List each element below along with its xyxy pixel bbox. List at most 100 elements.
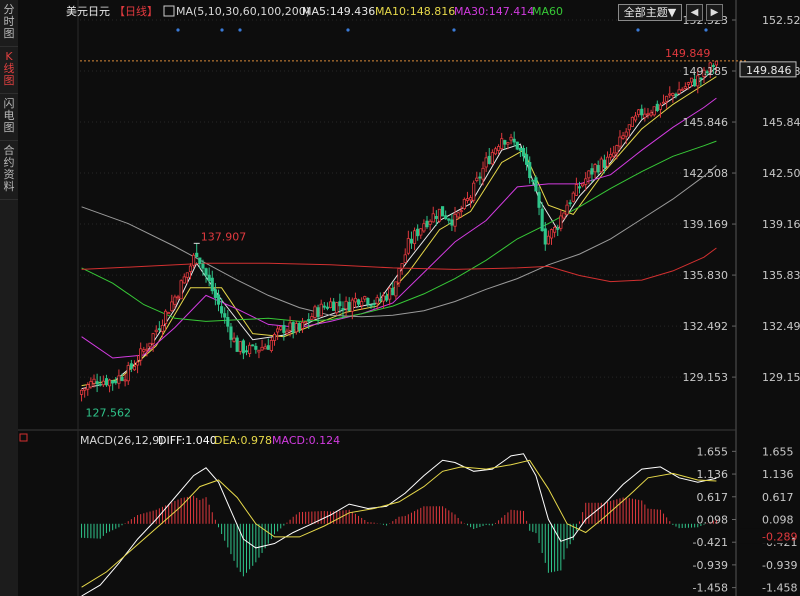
candle-body: [276, 329, 278, 332]
price-tick-label: 129.153: [683, 371, 729, 384]
ma60-value: MA60: [532, 5, 563, 18]
candle-body: [588, 171, 590, 178]
candle-body: [196, 253, 198, 257]
ma5-value: MA5:149.436: [302, 5, 375, 18]
ma30-value: MA30:147.414: [454, 5, 534, 18]
candle-body: [479, 177, 481, 178]
candle-body: [183, 277, 185, 283]
candle-body: [594, 165, 596, 172]
candle-body: [544, 229, 546, 244]
sidebar-tab-0[interactable]: 分时图: [0, 0, 18, 47]
candle-body: [516, 142, 518, 149]
candle-body: [164, 311, 166, 323]
candle-body: [211, 278, 213, 291]
next-button[interactable]: ▶: [706, 4, 723, 21]
macd-tick-label: 0.098: [697, 513, 729, 526]
candle-body: [463, 199, 465, 208]
candle-body: [535, 178, 537, 191]
candle-body: [501, 139, 503, 149]
candle-body: [289, 323, 291, 331]
candle-body: [332, 302, 334, 311]
candle-body: [140, 349, 142, 360]
candle-body: [168, 312, 170, 313]
sidebar-tab-3[interactable]: 合约资料: [0, 141, 18, 200]
candle-body: [174, 297, 176, 304]
chart-area[interactable]: 152.523149.185145.846142.508139.169135.8…: [18, 0, 800, 596]
candle-body: [504, 140, 506, 144]
candle-body: [96, 382, 98, 384]
candle-body: [541, 209, 543, 231]
price-tick-label-right: 142.508: [762, 167, 800, 180]
candle-body: [641, 109, 643, 115]
candle-body: [258, 350, 260, 352]
candle-body: [404, 255, 406, 263]
candle-body: [445, 216, 447, 219]
candle-body: [600, 159, 602, 172]
candle-body: [357, 300, 359, 305]
candle-body: [550, 230, 552, 238]
candle-body: [245, 351, 247, 352]
candle-body: [286, 331, 288, 333]
candle-body: [292, 322, 294, 332]
candle-body: [650, 113, 652, 115]
macd-tick-label-right: 0.617: [762, 491, 794, 504]
candle-body: [217, 295, 219, 304]
candle-body: [360, 301, 362, 305]
candle-body: [304, 322, 306, 323]
candle-body: [690, 78, 692, 82]
candle-body: [566, 205, 568, 214]
candle-body: [482, 168, 484, 179]
candle-body: [121, 377, 123, 380]
candle-body: [563, 213, 565, 218]
candle-body: [669, 94, 671, 95]
candle-body: [438, 209, 440, 221]
candle-body: [519, 148, 521, 150]
sidebar: 分时图K线图闪电图合约资料: [0, 0, 19, 596]
macd-tick-label: -0.421: [693, 536, 728, 549]
candle-body: [693, 79, 695, 85]
candle-body: [161, 325, 163, 331]
price-tick-label: 132.492: [683, 320, 729, 333]
candle-body: [102, 381, 104, 385]
candle-body: [653, 107, 655, 115]
candle-body: [392, 288, 394, 294]
price-tick-label: 139.169: [683, 218, 729, 231]
candle-body: [619, 137, 621, 146]
candle-body: [364, 297, 366, 300]
candle-body: [681, 89, 683, 90]
candle-body: [342, 308, 344, 310]
macd-tick-label-right: -1.458: [762, 582, 797, 595]
current-price-tag: 149.846: [746, 64, 792, 77]
macd-tag: -0.289: [762, 530, 797, 543]
candle-body: [186, 273, 188, 278]
prev-button[interactable]: ◀: [686, 4, 703, 21]
candle-body: [578, 187, 580, 188]
candle-body: [108, 380, 110, 386]
candle-body: [420, 229, 422, 235]
candle-body: [205, 269, 207, 276]
candle-body: [448, 219, 450, 220]
macd-tick-label-right: 1.655: [762, 445, 794, 458]
candle-body: [149, 343, 151, 346]
last-high-label: 149.849: [665, 47, 711, 60]
sidebar-tab-1[interactable]: K线图: [0, 47, 18, 94]
candle-body: [255, 346, 257, 349]
candle-body: [432, 214, 434, 222]
candle-body: [572, 193, 574, 201]
event-marker: [346, 28, 349, 31]
event-marker: [636, 28, 639, 31]
candle-body: [606, 157, 608, 166]
candle-body: [529, 162, 531, 177]
candle-body: [99, 384, 101, 385]
candle-body: [270, 340, 272, 350]
candle-body: [152, 334, 154, 344]
sidebar-tab-2[interactable]: 闪电图: [0, 94, 18, 141]
theme-select-button[interactable]: 全部主题▼: [618, 4, 682, 21]
candle-body: [532, 180, 534, 181]
candle-body: [491, 152, 493, 163]
candle-body: [522, 148, 524, 156]
candle-body: [348, 302, 350, 310]
candle-body: [513, 139, 515, 142]
candle-body: [155, 330, 157, 331]
sidebar-tab-char: 图: [4, 75, 15, 87]
